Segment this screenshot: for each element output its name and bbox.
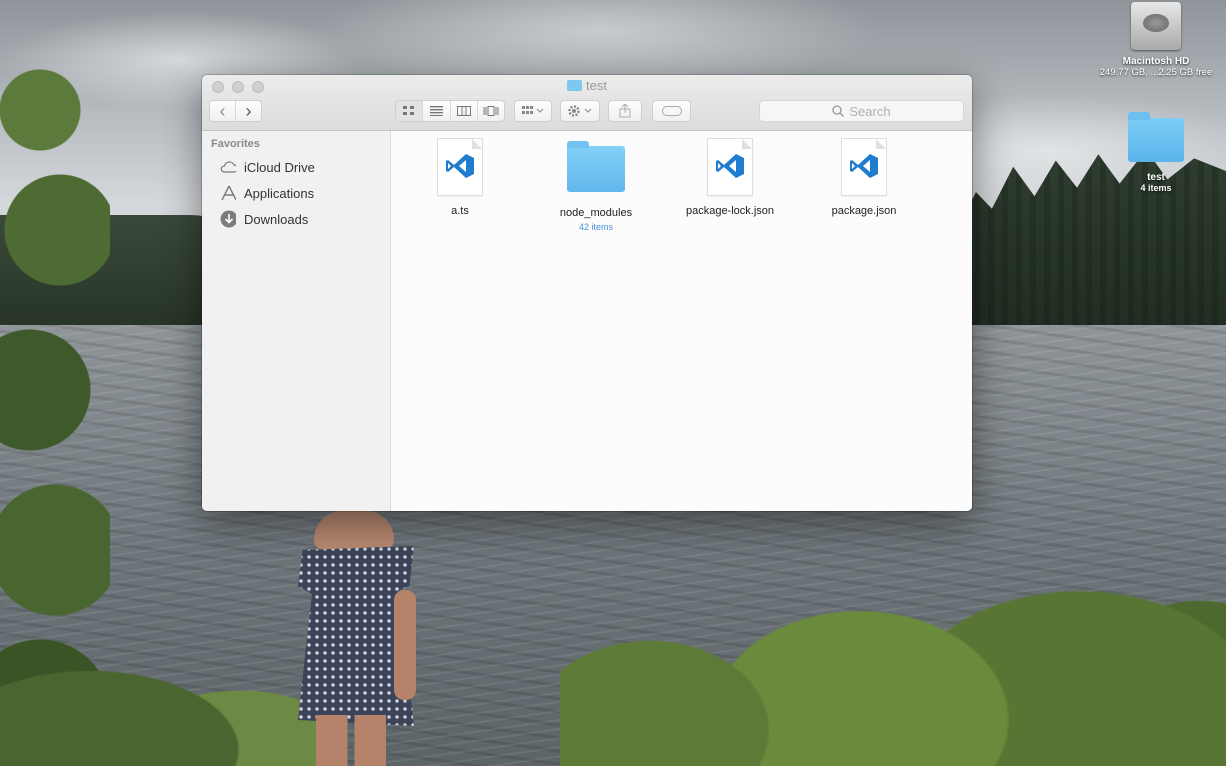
back-button[interactable]: ‹ — [210, 101, 236, 121]
cloud-icon — [220, 159, 236, 175]
sidebar-item-label: Downloads — [244, 211, 309, 227]
item-count: 42 items — [578, 222, 613, 232]
list-view-icon — [429, 106, 443, 116]
desktop-icon-sublabel: 4 items — [1140, 183, 1172, 193]
gear-icon — [568, 105, 592, 117]
tag-icon — [661, 106, 682, 116]
coverflow-view-button[interactable] — [478, 101, 504, 121]
folder-icon — [567, 80, 583, 91]
sidebar-heading-favorites: Favorites — [211, 138, 260, 150]
folder-icon — [1128, 112, 1184, 162]
list-view-button[interactable] — [423, 101, 451, 121]
sidebar-item-downloads[interactable]: Downloads — [202, 206, 390, 232]
folder-icon — [567, 141, 625, 192]
sidebar-item-icloud-drive[interactable]: iCloud Drive — [202, 154, 390, 180]
share-button[interactable] — [608, 100, 642, 122]
column-view-button[interactable] — [451, 101, 478, 121]
sidebar: Favorites iCloud Drive Applications Down… — [202, 131, 391, 511]
forward-button[interactable]: › — [236, 101, 261, 121]
arrange-button[interactable] — [514, 100, 552, 122]
applications-icon — [220, 185, 236, 201]
share-icon — [619, 104, 631, 118]
hard-drive-icon — [1131, 2, 1181, 50]
file-name: node_modules — [559, 207, 633, 219]
file-grid: a.ts node_modules 42 items package-lock.… — [391, 131, 972, 511]
icon-view-icon — [403, 106, 415, 115]
sidebar-item-applications[interactable]: Applications — [202, 180, 390, 206]
action-button[interactable] — [560, 100, 600, 122]
search-field[interactable]: Search — [759, 100, 964, 122]
file-item-package-json[interactable]: package.json — [809, 139, 919, 217]
downloads-icon — [220, 210, 236, 228]
file-item-package-lock-json[interactable]: package-lock.json — [675, 139, 785, 217]
coverflow-view-icon — [483, 106, 499, 116]
file-name: package.json — [831, 205, 897, 217]
titlebar: test ‹ › Search — [202, 75, 972, 131]
file-item-node-modules[interactable]: node_modules 42 items — [541, 139, 651, 232]
finder-window: test ‹ › Search Favorites iCloud Drive A… — [202, 75, 972, 511]
sidebar-item-label: Applications — [244, 185, 315, 201]
arrange-icon — [522, 106, 544, 114]
file-item-a-ts[interactable]: a.ts — [405, 139, 515, 217]
desktop-icon-label: Macintosh HD — [1122, 56, 1190, 67]
search-placeholder: Search — [849, 103, 891, 119]
icon-view-button[interactable] — [396, 101, 424, 121]
desktop-icon-test-folder[interactable]: test 4 items — [1120, 112, 1192, 193]
desktop-icon-label: test — [1147, 172, 1165, 183]
window-title: test — [202, 78, 972, 93]
sidebar-item-label: iCloud Drive — [244, 159, 315, 175]
vscode-document-icon — [438, 139, 482, 195]
desktop-icon-sublabel: 249.77 GB, ...2.25 GB free — [1099, 67, 1213, 78]
view-mode-control — [395, 100, 505, 122]
file-name: package-lock.json — [685, 205, 775, 217]
nav-buttons: ‹ › — [209, 100, 262, 122]
column-view-icon — [456, 106, 471, 116]
search-icon — [832, 105, 845, 117]
tags-button[interactable] — [652, 100, 691, 122]
vscode-document-icon — [842, 139, 886, 195]
person-photo — [296, 510, 424, 766]
file-name: a.ts — [451, 205, 469, 217]
vscode-document-icon — [708, 139, 752, 195]
desktop-icon-macintosh-hd[interactable]: Macintosh HD 249.77 GB, ...2.25 GB free — [1096, 0, 1216, 78]
